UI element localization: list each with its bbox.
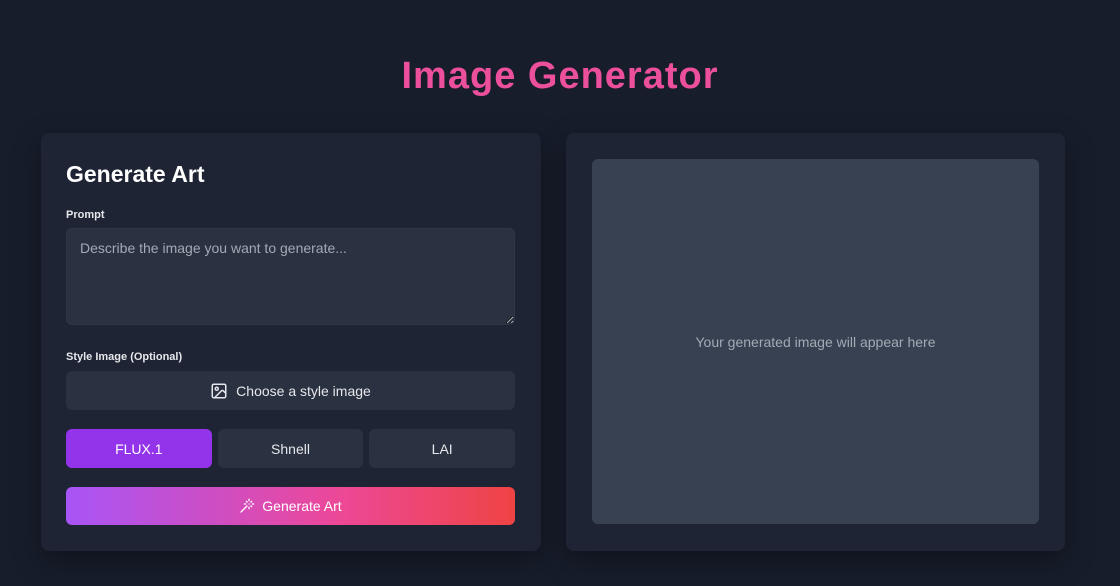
- app-title: Image Generator: [401, 55, 719, 97]
- style-image-label: Style Image (Optional): [66, 351, 183, 363]
- choose-style-image-label: Choose a style image: [236, 382, 371, 399]
- model-option-lai[interactable]: LAI: [369, 429, 516, 468]
- prompt-label: Prompt: [66, 209, 105, 221]
- image-preview-area: Your generated image will appear here: [592, 159, 1039, 524]
- magic-wand-icon: [239, 498, 255, 514]
- prompt-input[interactable]: [66, 228, 515, 325]
- generate-art-label: Generate Art: [262, 498, 342, 514]
- generate-art-button[interactable]: Generate Art: [66, 487, 515, 525]
- choose-style-image-button[interactable]: Choose a style image: [66, 371, 515, 410]
- model-selector: FLUX.1 Shnell LAI: [66, 429, 516, 468]
- preview-placeholder-text: Your generated image will appear here: [695, 333, 936, 350]
- model-option-shnell[interactable]: Shnell: [217, 429, 364, 468]
- generate-art-panel: Generate Art Prompt Style Image (Optiona…: [41, 133, 541, 551]
- preview-panel: Your generated image will appear here: [566, 133, 1065, 551]
- model-option-flux[interactable]: FLUX.1: [66, 429, 212, 468]
- panel-title: Generate Art: [66, 161, 205, 187]
- image-icon: [210, 382, 228, 400]
